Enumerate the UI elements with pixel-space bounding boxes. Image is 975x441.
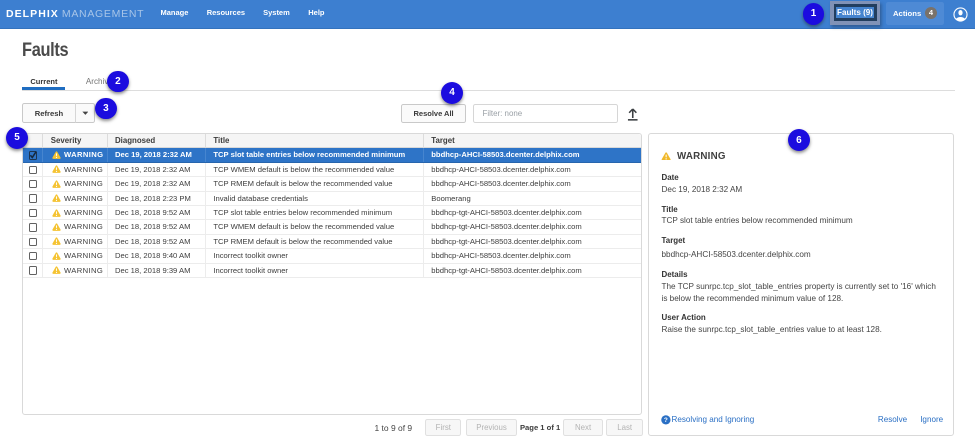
svg-text:?: ? xyxy=(664,417,668,424)
